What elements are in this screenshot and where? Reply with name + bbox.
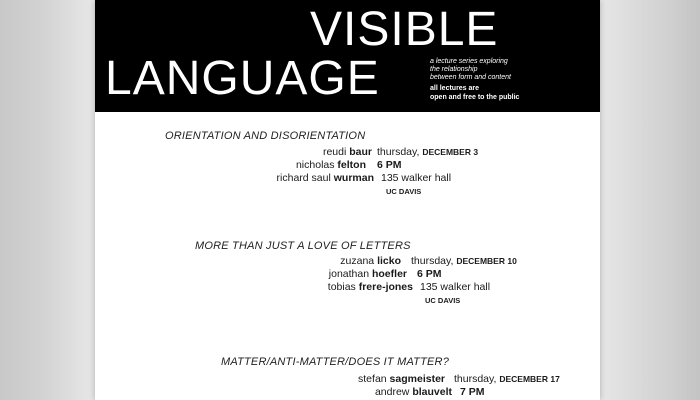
speaker-name: nicholas felton: [295, 159, 366, 171]
speaker-row: nicholas felton: [95, 159, 366, 172]
title-line-visible: VISIBLE: [310, 3, 499, 56]
session-title: MATTER/ANTI-MATTER/DOES IT MATTER?: [221, 356, 450, 368]
speaker-name: richard saul wurman: [276, 172, 374, 184]
speaker-name: jonathan hoefler: [328, 268, 407, 280]
speaker-name: zuzana licko: [340, 255, 401, 267]
tagline: a lecture series exploring the relations…: [430, 58, 595, 82]
speaker-name: tobias frere-jones: [327, 281, 413, 293]
speaker-row: richard saul wurman: [95, 172, 374, 185]
event-venue: UC DAVIS: [425, 296, 461, 305]
speaker-row: andrew blauvelt: [95, 386, 452, 399]
notice-line: all lectures are: [430, 85, 480, 92]
speaker-row: jonathan hoefler: [95, 268, 407, 281]
tagline-line: a lecture series exploring: [430, 58, 508, 65]
speaker-row: tobias frere-jones: [95, 281, 413, 294]
speaker-row: stefan sagmeister: [95, 373, 445, 386]
title-line-language: LANGUAGE: [105, 52, 380, 105]
session-title: MORE THAN JUST A LOVE OF LETTERS: [195, 240, 411, 252]
speaker-row: reudi baur: [95, 146, 372, 159]
speaker-name: reudi baur: [322, 146, 372, 158]
poster: VISIBLE LANGUAGE a lecture series explor…: [95, 0, 600, 400]
notice-line: open and free to the public: [430, 94, 520, 101]
tagline-line: the relationship: [430, 66, 478, 73]
poster-header: VISIBLE LANGUAGE a lecture series explor…: [95, 0, 600, 112]
free-admission-notice: all lectures are open and free to the pu…: [430, 84, 600, 102]
session-title: ORIENTATION AND DISORIENTATION: [165, 130, 366, 142]
speaker-name: andrew blauvelt: [374, 386, 452, 398]
speaker-row: zuzana licko: [95, 255, 401, 268]
event-venue: UC DAVIS: [386, 187, 422, 196]
tagline-line: between form and content: [430, 74, 511, 81]
speaker-name: stefan sagmeister: [358, 373, 445, 385]
